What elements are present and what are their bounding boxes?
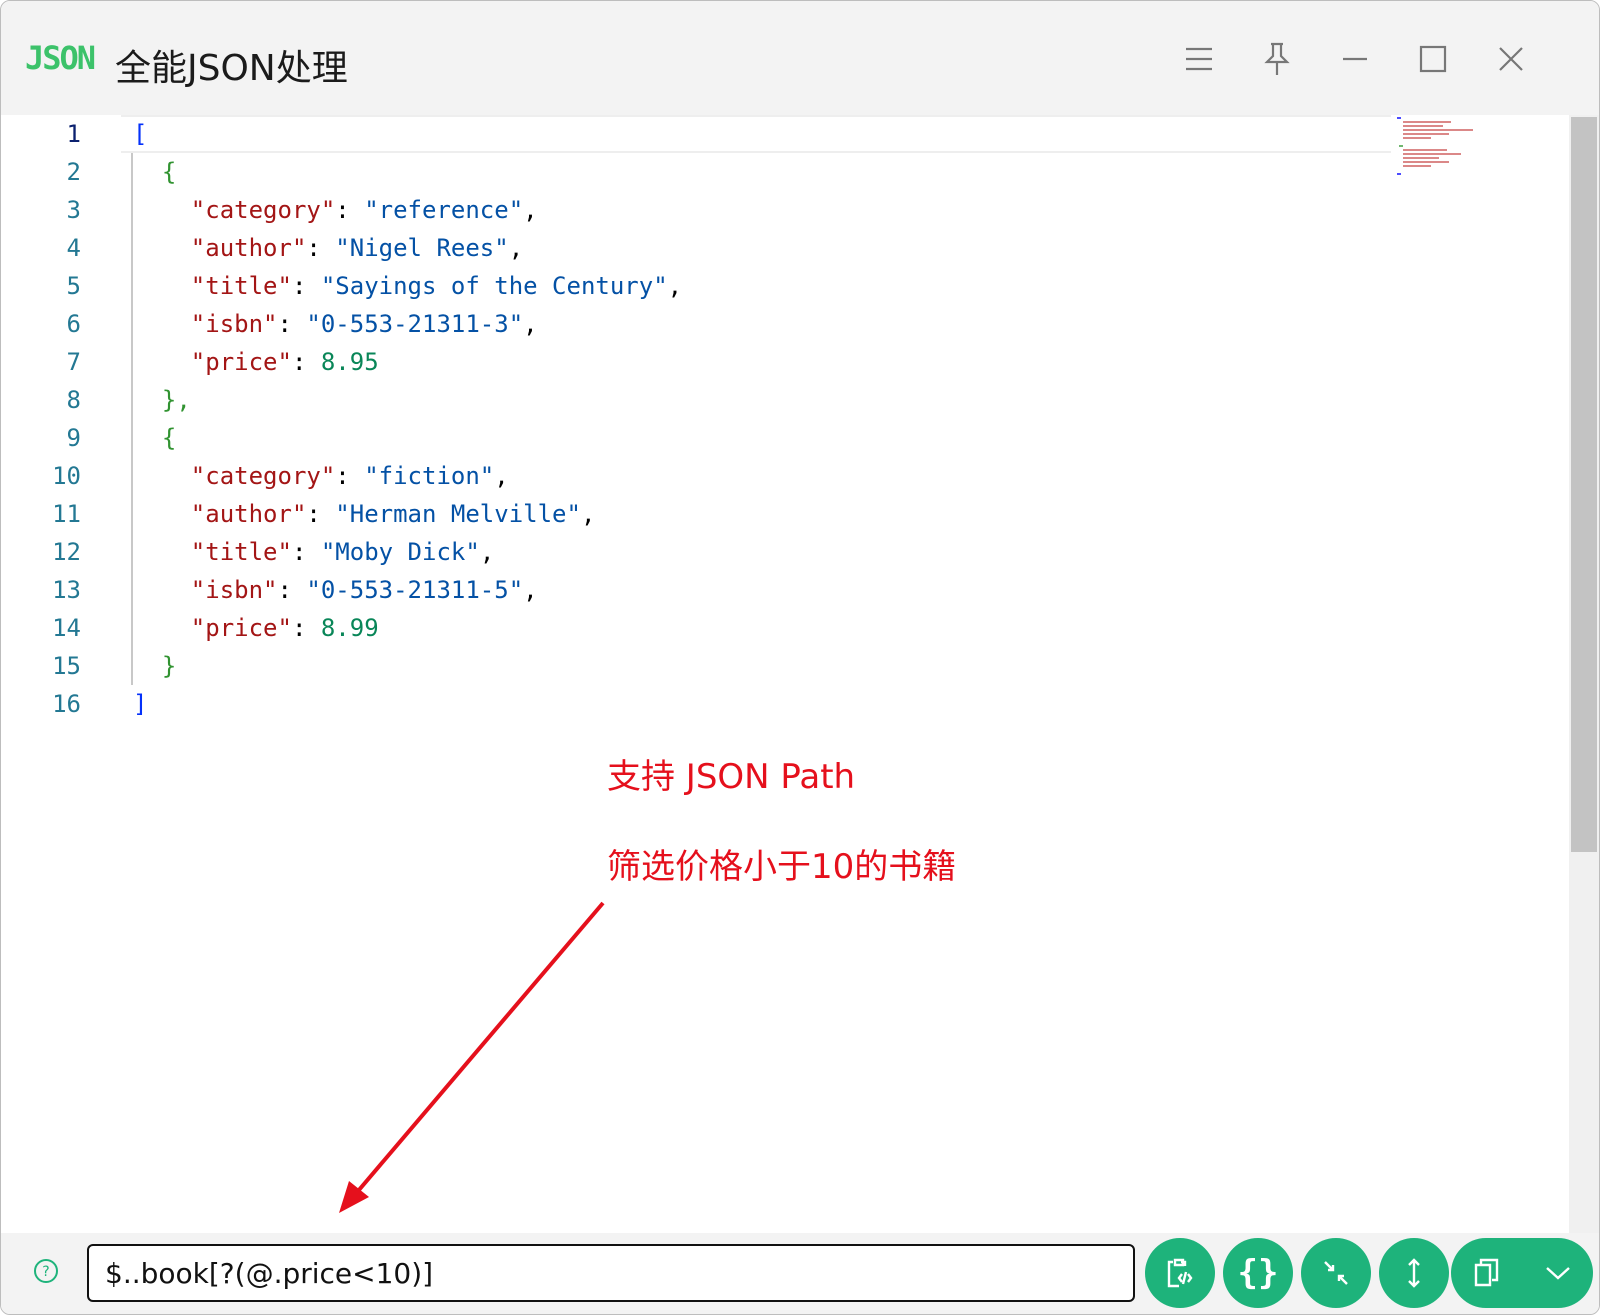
svg-text:?: ? (42, 1264, 49, 1280)
chevron-down-icon (1545, 1267, 1570, 1280)
expand-button[interactable] (1379, 1238, 1449, 1308)
help-circle-icon[interactable]: ? (33, 1258, 59, 1284)
json-path-input[interactable] (87, 1244, 1135, 1302)
compress-icon (1324, 1261, 1348, 1285)
annotation-arrow (339, 901, 605, 1213)
copy-split-button (1451, 1238, 1593, 1308)
copy-icon (1474, 1258, 1498, 1287)
expand-vertical-icon (1408, 1258, 1420, 1288)
format-braces-icon: {} (1237, 1253, 1279, 1293)
format-button[interactable]: {} (1223, 1238, 1293, 1308)
copy-options-dropdown[interactable] (1522, 1238, 1593, 1308)
paste-code-icon (1167, 1258, 1193, 1288)
compress-button[interactable] (1301, 1238, 1371, 1308)
json-path-bar: ? {} (1, 1233, 1599, 1314)
paste-button[interactable] (1145, 1238, 1215, 1308)
app-window: JSON 全能JSON处理 1 2 3 4 5 6 7 8 9 10 11 12 13 14 15 16 [ … (0, 0, 1600, 1315)
copy-button[interactable] (1451, 1238, 1522, 1308)
